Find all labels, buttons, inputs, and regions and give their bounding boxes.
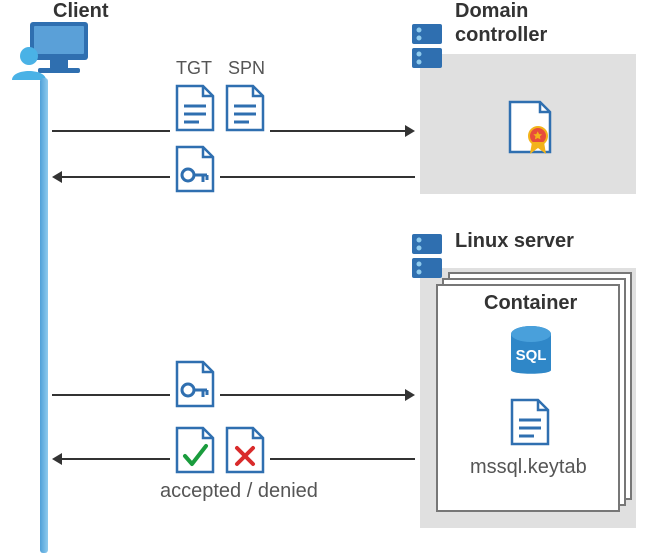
flow3-arrow-seg1 [52, 394, 170, 396]
flow2-arrow-seg1 [62, 176, 170, 178]
linux-server-label: Linux server [455, 230, 574, 253]
flow1-arrow-seg2 [270, 130, 405, 132]
client-timeline [40, 78, 48, 553]
flow4-arrow-seg2 [270, 458, 415, 460]
dc-server-icon [412, 24, 442, 68]
spn-document-icon [225, 84, 265, 132]
flow4-arrow-seg1 [62, 458, 170, 460]
sql-database-icon: SQL [508, 326, 554, 380]
auth-key-doc-icon [175, 360, 215, 408]
dc-label-line2: controller [455, 24, 547, 47]
linux-server-box: Container SQL mssql.keytab [420, 268, 636, 528]
keytab-label: mssql.keytab [470, 456, 587, 479]
flow1-arrow-head [405, 125, 415, 137]
flow2-arrow-head [52, 171, 62, 183]
flow1-arrow-seg1 [52, 130, 170, 132]
flow3-arrow-seg2 [220, 394, 405, 396]
certificate-icon [508, 100, 552, 154]
tgt-document-icon [175, 84, 215, 132]
flow3-arrow-head [405, 389, 415, 401]
container-label: Container [484, 292, 577, 315]
client-user-icon [10, 44, 48, 82]
container-box: Container SQL mssql.keytab [436, 284, 620, 512]
client-label: Client [53, 0, 109, 23]
tgt-label: TGT [176, 58, 212, 79]
dc-label-line1: Domain [455, 0, 528, 23]
spn-label: SPN [228, 58, 265, 79]
linux-server-icon [412, 234, 442, 278]
accepted-denied-label: accepted / denied [160, 480, 318, 503]
keytab-document-icon [510, 398, 550, 446]
session-key-doc-icon [175, 145, 215, 193]
denied-document-icon [225, 426, 265, 474]
flow2-arrow-seg2 [220, 176, 415, 178]
accepted-document-icon [175, 426, 215, 474]
flow4-arrow-head [52, 453, 62, 465]
domain-controller-box [420, 54, 636, 194]
sql-text: SQL [516, 347, 547, 364]
